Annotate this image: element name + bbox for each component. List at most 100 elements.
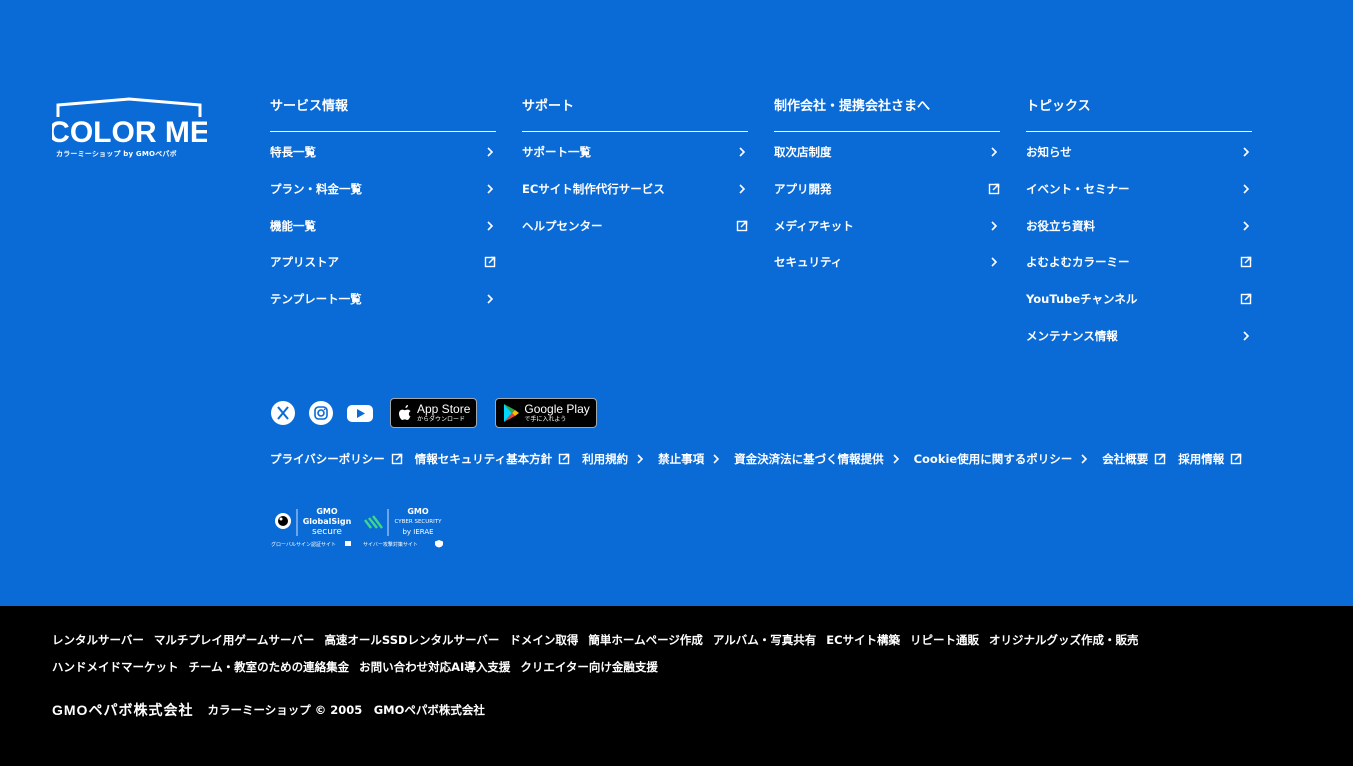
footer-link[interactable]: サポート一覧 xyxy=(522,143,748,180)
chevron-right-icon xyxy=(484,293,496,305)
policy-link[interactable]: プライバシーポリシー xyxy=(270,451,403,467)
footer-link[interactable]: 特長一覧 xyxy=(270,143,496,180)
footer-link[interactable]: ヘルプセンター xyxy=(522,217,748,254)
footer-link-label: 取次店制度 xyxy=(774,145,832,159)
footer-link[interactable]: よむよむカラーミー xyxy=(1026,253,1252,290)
footer-link[interactable]: 取次店制度 xyxy=(774,143,1000,180)
service-link[interactable]: レンタルサーバー xyxy=(52,632,144,648)
x-icon[interactable] xyxy=(270,400,296,426)
policy-link[interactable]: 会社概要 xyxy=(1102,451,1166,467)
policy-link-label: 禁止事項 xyxy=(658,452,705,466)
policy-link-label: プライバシーポリシー xyxy=(270,452,385,466)
policy-link[interactable]: 採用情報 xyxy=(1178,451,1242,467)
footer-link[interactable]: 機能一覧 xyxy=(270,217,496,254)
svg-text:GMO: GMO xyxy=(316,507,338,516)
footer-link[interactable]: プラン・料金一覧 xyxy=(270,180,496,217)
service-link[interactable]: チーム・教室のための連絡集金 xyxy=(189,659,350,675)
instagram-icon[interactable] xyxy=(308,400,334,426)
footer-link-label: お役立ち資料 xyxy=(1026,218,1095,233)
chevron-right-icon xyxy=(1240,220,1252,232)
apple-icon xyxy=(399,405,411,420)
footer-link[interactable]: アプリストア xyxy=(270,253,496,290)
footer-link-label: テンプレート一覧 xyxy=(270,292,362,307)
google-play-icon xyxy=(504,404,520,422)
service-link[interactable]: リピート通販 xyxy=(910,632,979,648)
footer-link[interactable]: アプリ開発 xyxy=(774,180,1000,217)
chevron-right-icon xyxy=(736,146,748,158)
external-link-icon xyxy=(391,453,403,465)
footer-link-label: サポート一覧 xyxy=(522,145,591,159)
chevron-right-icon xyxy=(736,183,748,195)
svg-text:サイバー攻撃対策サイト: サイバー攻撃対策サイト xyxy=(363,541,418,548)
footer-link[interactable]: メディアキット xyxy=(774,217,1000,254)
chevron-right-icon xyxy=(1240,330,1252,342)
footer-link-label: お知らせ xyxy=(1026,145,1072,159)
chevron-right-icon xyxy=(710,453,722,465)
chevron-right-icon xyxy=(988,146,1000,158)
policy-link[interactable]: 利用規約 xyxy=(582,451,646,467)
youtube-icon[interactable] xyxy=(346,400,374,426)
service-link[interactable]: ハンドメイドマーケット xyxy=(52,659,179,675)
services-row-1: レンタルサーバー マルチプレイ用ゲームサーバー 高速オールSSDレンタルサーバー ドメ… xyxy=(52,632,1149,648)
copyright-text: カラーミーショップ © 2005 GMOペパボ株式会社 xyxy=(207,703,485,717)
app-store-badge[interactable]: App Store からダウンロード xyxy=(390,398,478,428)
gmo-pepabo-logo[interactable]: GMOペパボ株式会社 xyxy=(52,700,193,720)
chevron-right-icon xyxy=(1240,183,1252,195)
external-link-icon xyxy=(1230,453,1242,465)
footer-link[interactable]: ECサイト制作代行サービス xyxy=(522,180,748,217)
footer-link[interactable]: メンテナンス情報 xyxy=(1026,327,1252,364)
footer-bottom xyxy=(0,606,1353,766)
policy-link[interactable]: 情報セキュリティ基本方針 xyxy=(415,451,570,467)
copyright-bar: GMOペパボ株式会社 カラーミーショップ © 2005 GMOペパボ株式会社 xyxy=(52,700,485,720)
policy-links: プライバシーポリシー 情報セキュリティ基本方針 利用規約 禁止事項 資金決済法に基づく情… xyxy=(270,451,1254,467)
chevron-right-icon xyxy=(484,183,496,195)
footer-link[interactable]: セキュリティ xyxy=(774,253,1000,290)
service-link[interactable]: お問い合わせ対応AI導入支援 xyxy=(359,659,510,675)
services-row-2: ハンドメイドマーケット チーム・教室のための連絡集金 お問い合わせ対応AI導入支援ク… xyxy=(52,659,668,675)
security-badges: GMO GlobalSign secure グローバルサイン認証サイト GMO … xyxy=(270,506,454,548)
external-link-icon xyxy=(988,183,1000,195)
service-link[interactable]: オリジナルグッズ作成・販売 xyxy=(989,632,1139,648)
column-title: サービス情報 xyxy=(270,96,496,132)
external-link-icon xyxy=(558,453,570,465)
policy-link-label: 会社概要 xyxy=(1102,452,1149,466)
google-play-sublabel: で手に入れよう xyxy=(524,416,567,423)
chevron-right-icon xyxy=(484,146,496,158)
footer-column: サービス情報特長一覧プラン・料金一覧 機能一覧アプリストアテンプレート一覧 xyxy=(270,96,496,327)
footer-link-label: 特長一覧 xyxy=(270,145,316,159)
service-link[interactable]: アルバム・写真共有 xyxy=(713,632,816,648)
footer-column: トピックス お知らせ イベント・セミナー お役立ち資料 よむよむカラーミー YouTube… xyxy=(1026,96,1252,364)
external-link-icon xyxy=(1240,256,1252,268)
svg-text:グローバルサイン認証サイト: グローバルサイン認証サイト xyxy=(271,541,336,548)
service-link[interactable]: マルチプレイ用ゲームサーバー xyxy=(154,632,315,648)
color-me-logo[interactable]: COLOR ME カラーミーショップ by GMOペパボ xyxy=(52,97,207,161)
footer-link[interactable]: テンプレート一覧 xyxy=(270,290,496,327)
footer-link[interactable]: イベント・セミナー xyxy=(1026,180,1252,217)
footer-link-label: 機能一覧 xyxy=(270,218,316,233)
app-store-sublabel: からダウンロード xyxy=(417,416,466,423)
footer-link-label: セキュリティ xyxy=(774,255,843,270)
footer-link-label: イベント・セミナー xyxy=(1026,181,1130,196)
service-link[interactable]: 高速オールSSDレンタルサーバー xyxy=(324,632,499,648)
service-link[interactable]: クリエイター向け金融支援 xyxy=(520,659,658,675)
policy-link[interactable]: 禁止事項 xyxy=(658,451,722,467)
chevron-right-icon xyxy=(1078,453,1090,465)
service-link[interactable]: 簡単ホームページ作成 xyxy=(588,632,702,648)
footer-link[interactable]: YouTubeチャンネル xyxy=(1026,290,1252,327)
chevron-right-icon xyxy=(988,256,1000,268)
policy-link[interactable]: 資金決済法に基づく情報提供 xyxy=(734,451,902,467)
google-play-badge[interactable]: Google Play で手に入れよう xyxy=(495,398,597,428)
service-link[interactable]: ドメイン取得 xyxy=(509,632,578,648)
globalsign-badge[interactable]: GMO GlobalSign secure グローバルサイン認証サイト xyxy=(270,506,356,548)
policy-link-label: 利用規約 xyxy=(582,452,629,466)
footer-link[interactable]: お知らせ xyxy=(1026,143,1252,180)
service-link[interactable]: ECサイト構築 xyxy=(826,632,900,648)
policy-link[interactable]: Cookie使用に関するポリシー xyxy=(914,451,1091,467)
footer-link-label: メディアキット xyxy=(774,218,854,233)
social-links: App Store からダウンロード Google Play で手に入れよう xyxy=(270,398,615,428)
footer-link[interactable]: お役立ち資料 xyxy=(1026,217,1252,254)
google-play-label: Google Play xyxy=(524,402,590,416)
ierae-badge[interactable]: GMO CYBER SECURITY by IERAE サイバー攻撃対策サイト xyxy=(362,506,448,548)
svg-text:CYBER SECURITY: CYBER SECURITY xyxy=(395,519,443,525)
footer-main: COLOR ME カラーミーショップ by GMOペパボ サービス情報特長一覧プ… xyxy=(0,0,1353,606)
